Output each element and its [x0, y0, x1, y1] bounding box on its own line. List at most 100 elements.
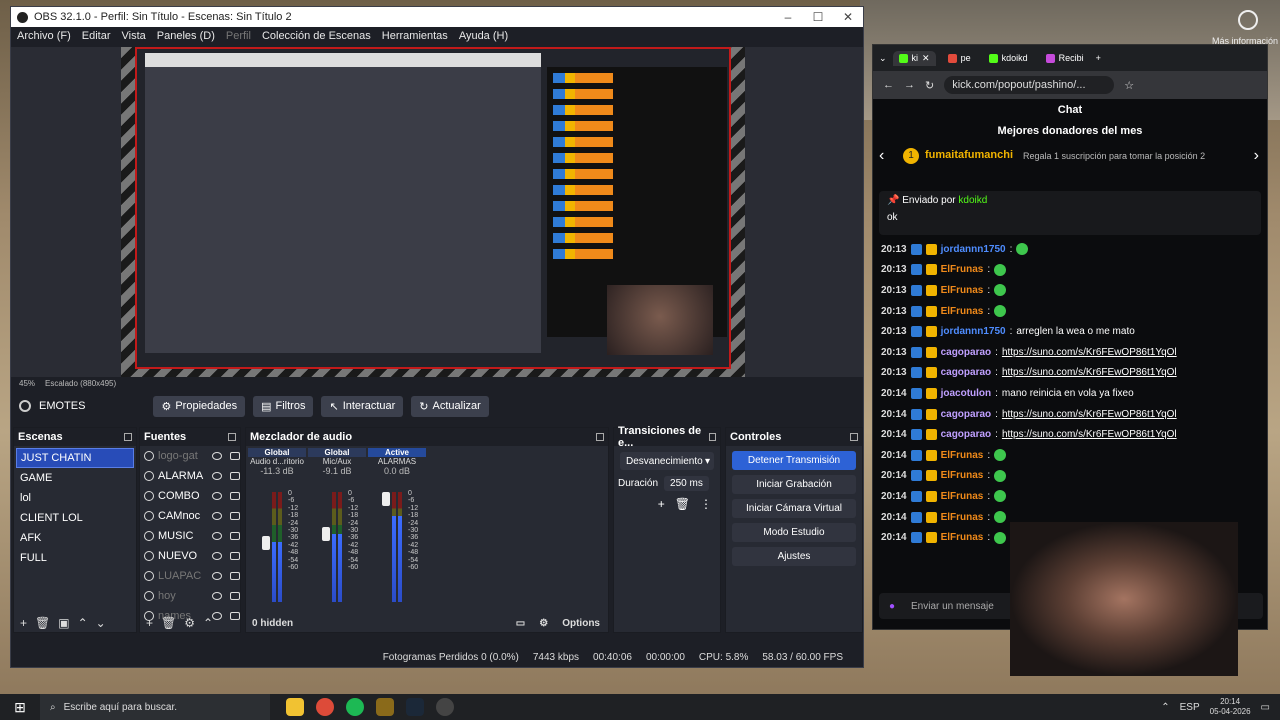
move-up-icon[interactable]: ⌃: [78, 616, 88, 630]
scene-item[interactable]: AFK: [16, 528, 134, 548]
tab-kick[interactable]: ki ✕: [892, 50, 936, 66]
undock-icon[interactable]: [708, 433, 716, 441]
eye-icon[interactable]: [212, 452, 222, 460]
preview-source-bounds[interactable]: [135, 47, 731, 369]
obs-icon[interactable]: [436, 698, 454, 716]
menu-ayuda[interactable]: Ayuda (H): [459, 30, 508, 42]
app-icon[interactable]: [376, 698, 394, 716]
lock-icon[interactable]: [230, 452, 240, 460]
message-user[interactable]: ElFrunas: [941, 450, 984, 461]
source-item[interactable]: logo-gat: [140, 446, 240, 466]
duration-input[interactable]: 250 ms: [664, 476, 709, 491]
tab-recibi[interactable]: Recibi: [1040, 51, 1090, 65]
eye-icon[interactable]: [212, 492, 222, 500]
trash-icon[interactable]: 🗑: [675, 497, 690, 511]
undock-icon[interactable]: [596, 433, 604, 441]
donor-name[interactable]: fumaitafumanchi: [925, 149, 1013, 161]
language-indicator[interactable]: ESP: [1180, 702, 1200, 713]
message-user[interactable]: jordannn1750: [941, 244, 1006, 255]
maximize-icon[interactable]: ☐: [803, 10, 833, 24]
source-item[interactable]: COMBO: [140, 486, 240, 506]
lock-icon[interactable]: [230, 532, 240, 540]
preview-canvas[interactable]: [121, 47, 745, 377]
steam-icon[interactable]: [406, 698, 424, 716]
tab-pe[interactable]: pe: [942, 51, 977, 65]
chevron-right-icon[interactable]: ›: [1254, 147, 1259, 165]
refresh-button[interactable]: ↻ Actualizar: [411, 395, 489, 417]
message-user[interactable]: cagoparao: [941, 347, 992, 358]
filters-button[interactable]: ▤ Filtros: [253, 395, 314, 417]
clock[interactable]: 20:14 05-04-2026: [1210, 697, 1251, 717]
scale-label[interactable]: Escalado (880x495): [45, 379, 116, 388]
message-text[interactable]: https://suno.com/s/Kr6FEwOP86t1YqOl: [1002, 367, 1177, 378]
undock-icon[interactable]: [124, 433, 132, 441]
scene-item[interactable]: JUST CHATIN: [16, 448, 134, 468]
message-user[interactable]: ElFrunas: [941, 285, 984, 296]
tab-kdoikd[interactable]: kdoikd: [983, 51, 1034, 65]
chevron-up-icon[interactable]: ⌃: [1161, 702, 1169, 713]
filter-icon[interactable]: ▣: [58, 616, 69, 630]
stop-stream-button[interactable]: Detener Transmisión: [732, 451, 856, 470]
add-icon[interactable]: +: [146, 616, 153, 630]
scene-item[interactable]: FULL: [16, 548, 134, 568]
volume-fader[interactable]: [322, 527, 330, 542]
forward-icon[interactable]: →: [904, 79, 915, 91]
message-user[interactable]: ElFrunas: [941, 306, 984, 317]
trash-icon[interactable]: 🗑: [161, 616, 176, 630]
tab-menu-icon[interactable]: ⌄: [879, 53, 887, 64]
source-item[interactable]: hoy: [140, 586, 240, 606]
undock-icon[interactable]: [228, 433, 236, 441]
notification-icon[interactable]: ▭: [1261, 702, 1270, 713]
layout-icon[interactable]: ▭: [516, 618, 525, 629]
spotify-icon[interactable]: [346, 698, 364, 716]
settings-button[interactable]: Ajustes: [732, 547, 856, 566]
transition-select[interactable]: Desvanecimiento ▾: [620, 452, 714, 470]
reload-icon[interactable]: ↻: [925, 79, 934, 92]
lock-icon[interactable]: [230, 512, 240, 520]
chevron-left-icon[interactable]: ‹: [879, 147, 884, 165]
message-text[interactable]: https://suno.com/s/Kr6FEwOP86t1YqOl: [1002, 429, 1177, 440]
pinned-user[interactable]: kdoikd: [958, 195, 987, 206]
message-user[interactable]: ElFrunas: [941, 512, 984, 523]
move-up-icon[interactable]: ⌃: [203, 616, 213, 630]
undock-icon[interactable]: [850, 433, 858, 441]
message-text[interactable]: https://suno.com/s/Kr6FEwOP86t1YqOl: [1002, 409, 1177, 420]
message-user[interactable]: jordannn1750: [941, 326, 1006, 337]
channel-name[interactable]: ALARMAS: [368, 457, 426, 466]
message-user[interactable]: cagoparao: [941, 409, 992, 420]
preview-area[interactable]: 45% Escalado (880x495) EMOTES ⚙ Propiedad…: [11, 47, 863, 417]
message-text[interactable]: https://suno.com/s/Kr6FEwOP86t1YqOl: [1002, 347, 1177, 358]
interact-button[interactable]: ↖ Interactuar: [321, 395, 404, 417]
eye-icon[interactable]: [212, 532, 222, 540]
new-tab-icon[interactable]: +: [1096, 53, 1101, 63]
source-item[interactable]: CAMnoc: [140, 506, 240, 526]
hidden-count[interactable]: 0 hidden: [252, 618, 293, 629]
star-icon[interactable]: ☆: [1124, 79, 1134, 92]
chrome-icon[interactable]: [316, 698, 334, 716]
source-item[interactable]: NUEVO: [140, 546, 240, 566]
message-user[interactable]: ElFrunas: [941, 532, 984, 543]
move-down-icon[interactable]: ⌄: [96, 616, 106, 630]
message-user[interactable]: cagoparao: [941, 429, 992, 440]
message-user[interactable]: cagoparao: [941, 367, 992, 378]
eye-icon[interactable]: [212, 512, 222, 520]
file-explorer-icon[interactable]: [286, 698, 304, 716]
close-icon[interactable]: ✕: [922, 53, 930, 64]
eye-icon[interactable]: [212, 572, 222, 580]
eye-icon[interactable]: [212, 552, 222, 560]
add-icon[interactable]: +: [20, 616, 27, 630]
studio-mode-button[interactable]: Modo Estudio: [732, 523, 856, 542]
zoom-level[interactable]: 45%: [19, 379, 35, 388]
scene-item[interactable]: lol: [16, 488, 134, 508]
gear-icon[interactable]: ⚙: [539, 618, 548, 629]
volume-fader[interactable]: [382, 492, 390, 506]
channel-name[interactable]: Mic/Aux: [308, 457, 366, 466]
add-icon[interactable]: +: [658, 497, 665, 511]
minimize-icon[interactable]: –: [773, 10, 803, 24]
lock-icon[interactable]: [230, 592, 240, 600]
eye-icon[interactable]: [212, 592, 222, 600]
lock-icon[interactable]: [230, 492, 240, 500]
lock-icon[interactable]: [230, 552, 240, 560]
menu-herramientas[interactable]: Herramientas: [382, 30, 448, 42]
eye-icon[interactable]: [212, 472, 222, 480]
